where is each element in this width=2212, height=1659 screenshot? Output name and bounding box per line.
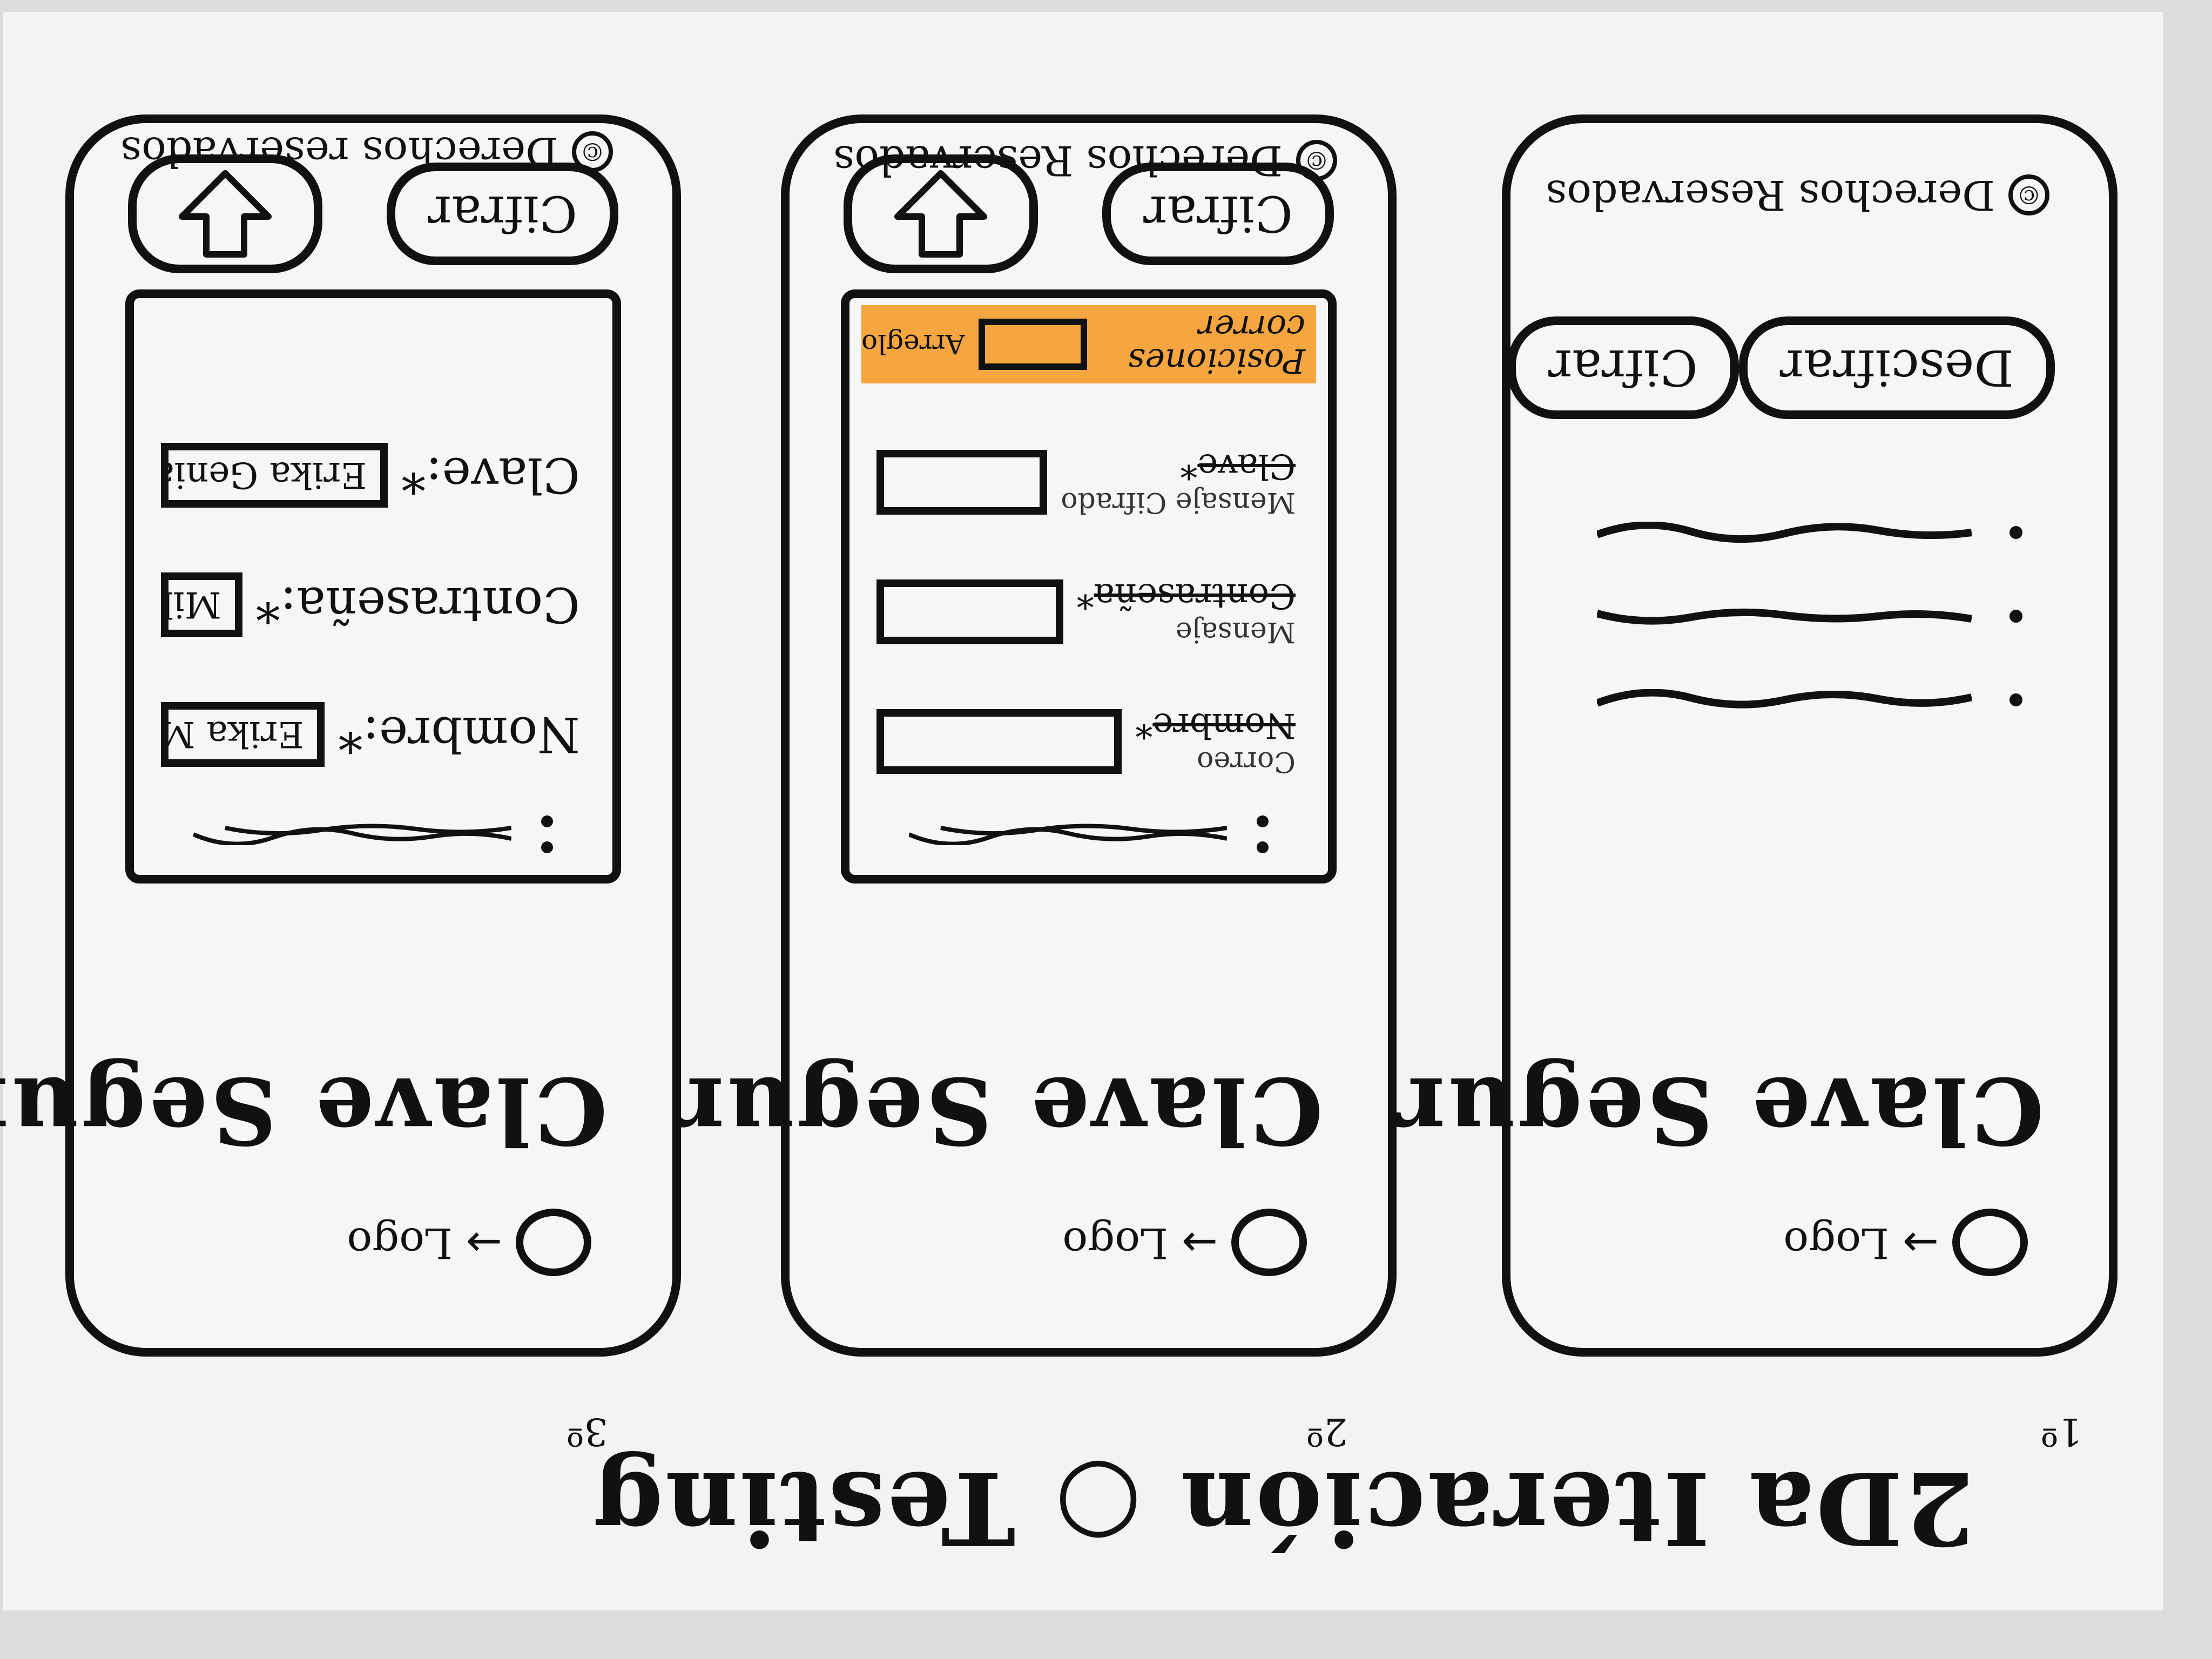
positions-label: Posiciones correr <box>1128 308 1306 381</box>
copyright-icon: © <box>1296 140 1337 181</box>
copyright-row: © Derechos Reservados <box>1546 171 2049 219</box>
encrypt-button[interactable]: Cifrar <box>1507 316 1739 419</box>
menu-kebab-icon[interactable] <box>541 815 553 853</box>
bullet-dot <box>2009 610 2022 623</box>
encrypt-button[interactable]: Cifrar <box>387 163 618 265</box>
key-label: Clave:* <box>401 447 580 504</box>
action-buttons: Descifrar Cifrar <box>1507 316 2055 419</box>
encrypted-message-field[interactable] <box>876 450 1048 515</box>
logo-label: Logo <box>1062 1218 1168 1267</box>
step-label-2: 2º <box>1306 1410 1348 1454</box>
step-label-1: 1º <box>2040 1410 2082 1454</box>
copyright-row-screen-2: © Derechos Reservados <box>833 137 1337 185</box>
field-label-2: Mensaje Contraseña* <box>1076 576 1296 648</box>
logo-row: → Logo <box>1783 1205 2028 1280</box>
page-title: 2Da Iteración ○ Testing <box>591 1449 1974 1567</box>
arrow-right-icon: → <box>466 1218 502 1268</box>
copyright-text: Derechos reservados <box>120 128 558 176</box>
squiggle-line <box>1597 689 1972 709</box>
positions-input[interactable] <box>978 319 1088 370</box>
arrow-right-icon: → <box>1181 1218 1218 1268</box>
form-field-1: Correo Nombre* <box>876 705 1296 778</box>
key-field[interactable]: Erika Genial <box>161 443 388 508</box>
arrow-right-icon: → <box>1902 1218 1939 1268</box>
phone-screen-1: → Logo Clave Segura Descifrar Cifrar © D… <box>1331 114 2117 1357</box>
password-field[interactable]: MikEgmal <box>161 572 242 637</box>
copyright-row: © Derechos reservados <box>120 128 613 176</box>
squiggle-line <box>909 824 1227 845</box>
logo-label: Logo <box>1783 1218 1889 1267</box>
positions-note: Arreglo <box>861 328 965 360</box>
form-field-1: Nombre:* Erika Mtz <box>161 702 580 767</box>
form-field-3: Mensaje Cifrado Clave* <box>876 446 1296 518</box>
positions-row: Posiciones correr Arreglo <box>861 305 1316 383</box>
menu-kebab-icon[interactable] <box>1257 815 1269 853</box>
form-field-3: Clave:* Erika Genial <box>161 443 580 508</box>
name-label: Nombre:* <box>338 706 581 763</box>
squiggle-line <box>1597 608 1972 625</box>
card-header <box>909 815 1269 853</box>
name-field[interactable]: Erika Mtz <box>161 702 325 767</box>
menu-line[interactable] <box>1597 605 2022 627</box>
download-arrow-icon <box>179 170 272 258</box>
logo-circle-icon <box>1231 1209 1307 1277</box>
bullet-dot <box>2009 693 2022 706</box>
menu-line[interactable] <box>1597 522 2022 543</box>
card-header <box>193 815 553 853</box>
paper-sheet: 2Da Iteración ○ Testing 1º 2º 3º → Logo … <box>0 12 2163 1610</box>
app-title: Clave Segura <box>1330 1056 2044 1164</box>
decrypt-button[interactable]: Descifrar <box>1738 316 2055 419</box>
copyright-text: Derechos Reservados <box>833 137 1283 185</box>
step-label-3: 3º <box>566 1410 608 1454</box>
app-title: Clave Segura <box>609 1056 1323 1164</box>
logo-circle-icon <box>516 1209 591 1277</box>
field-label-1: Correo Nombre* <box>1135 705 1296 778</box>
bullet-dot <box>2009 526 2022 539</box>
sketch-stage: 2Da Iteración ○ Testing 1º 2º 3º → Logo … <box>0 0 2212 1659</box>
copyright-icon: © <box>572 131 613 173</box>
email-field[interactable] <box>876 709 1122 774</box>
logo-row: → Logo <box>1062 1205 1307 1280</box>
copyright-text: Derechos Reservados <box>1546 171 1995 219</box>
form-card: Correo Nombre* Mensaje Contraseña* Mensa… <box>841 289 1337 884</box>
password-label: Contraseña:* <box>255 576 580 633</box>
logo-label: Logo <box>347 1218 453 1267</box>
message-field[interactable] <box>876 579 1063 644</box>
phone-screen-2: → Logo Clave Segura Correo Nombre* Mensa… <box>610 114 1397 1357</box>
squiggle-line <box>1597 522 1972 543</box>
form-card: Nombre:* Erika Mtz Contraseña:* MikEgmal… <box>125 289 621 884</box>
form-field-2: Mensaje Contraseña* <box>876 576 1296 648</box>
copyright-icon: © <box>2008 174 2049 216</box>
squiggle-line <box>193 824 511 845</box>
logo-row: → Logo <box>347 1205 591 1280</box>
menu-list <box>1597 460 2022 711</box>
menu-line[interactable] <box>1597 689 2022 711</box>
form-field-2: Contraseña:* MikEgmal <box>161 572 580 637</box>
phone-screen-3: → Logo Clave Segura Nombre:* Erika Mtz C… <box>0 114 681 1357</box>
logo-circle-icon <box>1952 1209 2028 1277</box>
app-title: Clave Segura <box>0 1056 608 1164</box>
field-label-3: Mensaje Cifrado Clave* <box>1061 446 1296 518</box>
